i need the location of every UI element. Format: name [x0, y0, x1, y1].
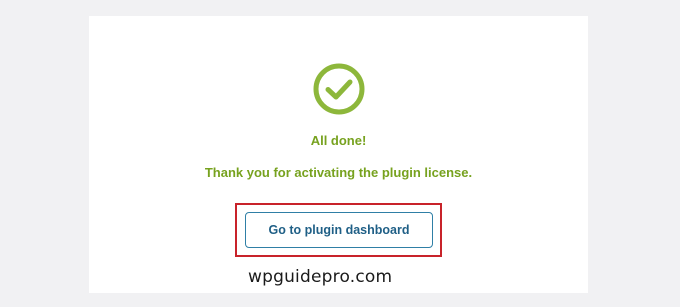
success-message: Thank you for activating the plugin lice…: [204, 165, 473, 180]
check-circle-icon: [312, 62, 366, 116]
go-to-plugin-dashboard-button[interactable]: Go to plugin dashboard: [245, 212, 433, 248]
success-title: All done!: [310, 133, 367, 148]
success-card: All done! Thank you for activating the p…: [89, 16, 588, 293]
page: All done! Thank you for activating the p…: [0, 0, 680, 307]
watermark-text: wpguidepro.com: [248, 267, 393, 287]
